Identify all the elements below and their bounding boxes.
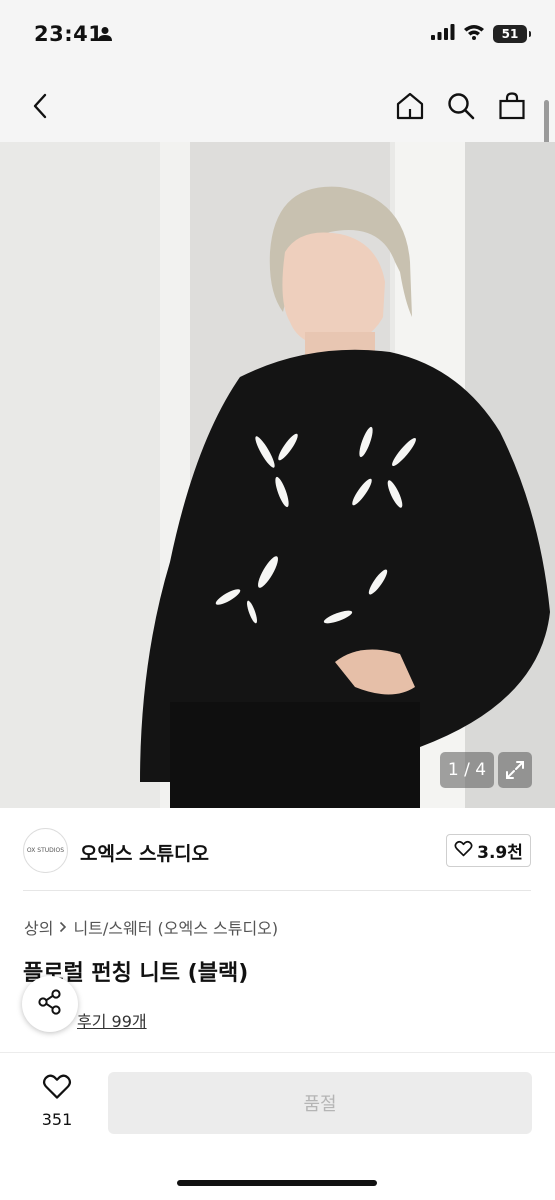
brand-row[interactable]: OX STUDIOS 오엑스 스튜디오 3.9천 — [0, 808, 555, 892]
image-counter: 1 / 4 — [440, 752, 494, 788]
breadcrumb-item-subcategory[interactable]: 니트/스웨터 (오엑스 스튜디오) — [73, 915, 278, 939]
purchase-button-disabled[interactable]: 품절 — [108, 1072, 532, 1134]
share-button[interactable] — [22, 976, 78, 1032]
chevron-right-icon — [59, 918, 67, 937]
wifi-icon — [463, 24, 485, 44]
home-icon[interactable] — [390, 86, 430, 126]
brand-name[interactable]: 오엑스 스튜디오 — [80, 839, 209, 866]
breadcrumb: 상의 니트/스웨터 (오엑스 스튜디오) — [24, 915, 278, 939]
heart-icon — [454, 840, 473, 862]
home-indicator — [177, 1180, 377, 1186]
status-time: 23:41 — [34, 22, 104, 46]
bottom-bar-divider — [0, 1052, 555, 1053]
product-image[interactable] — [0, 142, 555, 808]
brand-logo[interactable]: OX STUDIOS — [23, 828, 68, 873]
heart-icon — [42, 1074, 72, 1104]
wishlist-button[interactable]: 351 — [30, 1073, 84, 1129]
battery-icon: 51 — [493, 25, 531, 43]
top-nav-bar — [0, 70, 555, 142]
review-link[interactable]: 후기 99개 — [77, 1008, 147, 1032]
wishlist-count: 351 — [41, 1110, 73, 1129]
status-indicators: 51 — [431, 24, 531, 44]
brand-like-count: 3.9천 — [477, 843, 523, 863]
signal-icon — [431, 24, 455, 44]
chevron-left-icon[interactable] — [20, 86, 60, 126]
shopping-bag-icon[interactable] — [492, 86, 532, 126]
expand-icon[interactable] — [498, 752, 532, 788]
status-bar: 23:41 51 — [0, 0, 555, 70]
brand-like-button[interactable]: 3.9천 — [446, 834, 531, 867]
search-icon[interactable] — [441, 86, 481, 126]
divider — [23, 890, 531, 891]
share-icon — [36, 988, 64, 1020]
person-icon — [98, 26, 112, 46]
breadcrumb-item-category[interactable]: 상의 — [24, 915, 53, 939]
